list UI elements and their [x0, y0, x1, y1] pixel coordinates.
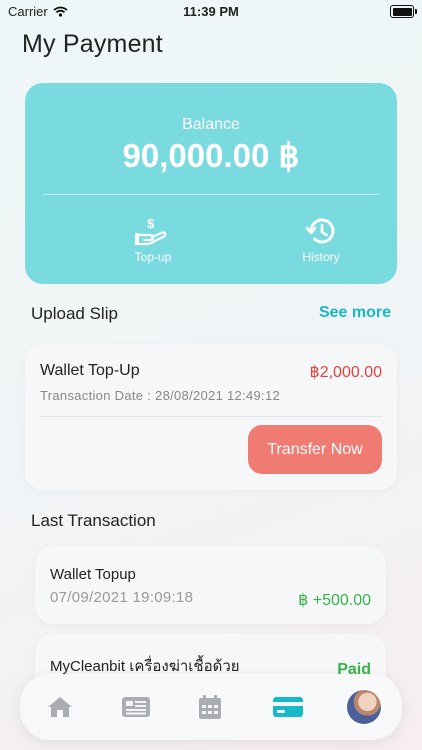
transaction-date: 07/09/2021 19:09:18	[50, 589, 194, 606]
slip-amount: ฿2,000.00	[309, 364, 382, 381]
transaction-row[interactable]: Wallet Topup 07/09/2021 19:09:18 ฿ +500.…	[35, 546, 386, 624]
slip-title: Wallet Top-Up	[40, 362, 140, 379]
nav-profile[interactable]	[334, 674, 394, 740]
nav-payment[interactable]	[258, 674, 318, 740]
topup-label: Top-up	[134, 250, 172, 264]
news-icon	[122, 697, 150, 717]
bottom-nav	[20, 674, 402, 740]
upload-slip-heading: Upload Slip	[31, 304, 118, 323]
page-title: My Payment	[22, 30, 163, 58]
balance-label: Balance	[182, 116, 240, 133]
history-button[interactable]: History	[271, 216, 371, 264]
upload-slip-card[interactable]: Wallet Top-Up ฿2,000.00 Transaction Date…	[25, 344, 397, 490]
balance-card: Balance 90,000.00 ฿ $ Top-up History	[25, 83, 397, 284]
balance-amount: 90,000.00 ฿	[122, 137, 300, 174]
history-label: History	[302, 250, 340, 264]
home-icon	[48, 697, 72, 717]
nav-news[interactable]	[106, 674, 166, 740]
nav-home[interactable]	[30, 674, 90, 740]
card-icon	[273, 697, 303, 717]
transfer-now-button[interactable]: Transfer Now	[248, 425, 382, 474]
divider	[40, 416, 382, 417]
history-clock-icon	[305, 218, 335, 244]
svg-text:$: $	[147, 216, 155, 231]
transaction-amount: ฿ +500.00	[298, 592, 371, 609]
calendar-icon	[199, 695, 221, 719]
clock: 11:39 PM	[183, 4, 239, 19]
last-transaction-heading: Last Transaction	[31, 511, 156, 530]
topup-button[interactable]: $ Top-up	[103, 216, 203, 264]
divider	[43, 194, 379, 195]
topup-hand-dollar-icon: $	[135, 216, 167, 246]
see-more-link[interactable]: See more	[319, 304, 391, 322]
slip-date: Transaction Date : 28/08/2021 12:49:12	[40, 388, 281, 403]
battery-icon	[390, 5, 417, 18]
transaction-title: Wallet Topup	[50, 566, 136, 583]
nav-calendar[interactable]	[180, 674, 240, 740]
avatar	[346, 689, 382, 725]
status-bar: Carrier 11:39 PM	[0, 0, 422, 24]
